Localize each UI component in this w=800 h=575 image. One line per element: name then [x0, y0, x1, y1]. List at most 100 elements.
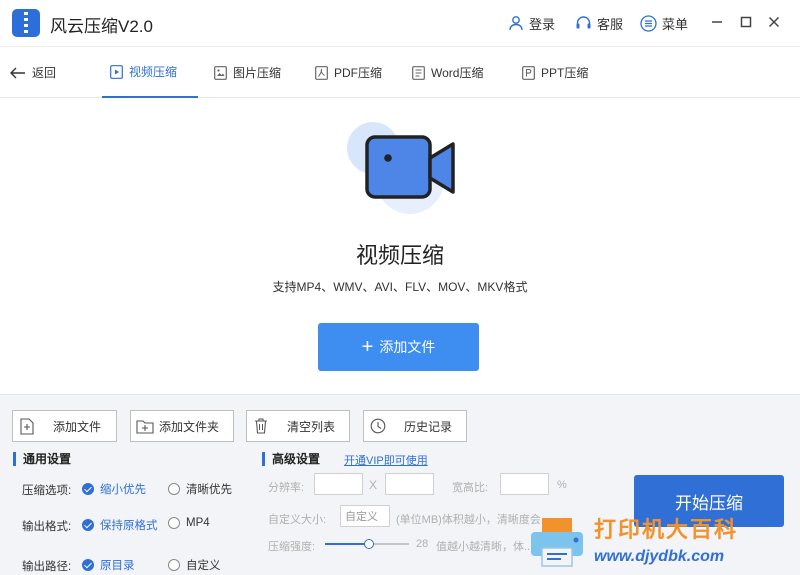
strength-slider-fill: [325, 543, 369, 545]
custom-size-input[interactable]: 自定义: [340, 505, 390, 527]
radio-custom-dir[interactable]: 自定义: [168, 557, 221, 573]
radio-custom-dir-label: 自定义: [186, 560, 221, 572]
tab-pdf-label: PDF压缩: [334, 66, 383, 80]
back-label: 返回: [32, 66, 57, 80]
radio-keep-format[interactable]: 保持原格式: [82, 517, 158, 533]
radio-unchecked-icon: [168, 483, 180, 495]
word-file-icon: [412, 65, 425, 80]
app-logo-icon: [12, 9, 40, 37]
login-button[interactable]: 登录: [508, 13, 555, 33]
radio-keep-format-label: 保持原格式: [100, 520, 158, 532]
toolbar-clear-list-label: 清空列表: [287, 419, 336, 434]
clock-icon: [370, 418, 386, 434]
strength-value: 28: [416, 538, 429, 550]
custom-size-note: (单位MB)体积越小，清晰度会...: [396, 514, 550, 526]
radio-clarity-first[interactable]: 清晰优先: [168, 481, 232, 497]
strength-note: 值越小越清晰，体...: [436, 541, 534, 553]
custom-size-label: 自定义大小:: [268, 514, 327, 526]
close-button[interactable]: [766, 14, 782, 30]
radio-mp4-label: MP4: [186, 517, 210, 529]
plus-icon: +: [361, 336, 374, 358]
output-format-label: 输出格式:: [22, 521, 72, 533]
service-button[interactable]: 客服: [575, 13, 623, 33]
watermark-url: www.djydbk.com: [594, 548, 725, 565]
minimize-icon: [712, 21, 722, 23]
watermark: 打印机大百科 www.djydbk.com: [528, 510, 798, 574]
pdf-file-icon: [315, 65, 328, 80]
login-label: 登录: [529, 16, 556, 32]
aspect-ratio-input[interactable]: [500, 473, 549, 495]
advanced-settings-title: 高级设置: [262, 452, 320, 466]
menu-label: 菜单: [662, 16, 689, 32]
drop-area[interactable]: 视频压缩 支持MP4、WMV、AVI、FLV、MOV、MKV格式 + 添加文件: [0, 98, 800, 394]
video-camera-icon: [347, 122, 455, 214]
toolbar-clear-list-button[interactable]: 清空列表: [246, 410, 350, 442]
add-file-icon: [20, 417, 34, 435]
menu-button[interactable]: 菜单: [640, 13, 688, 33]
watermark-title: 打印机大百科: [594, 517, 739, 542]
radio-smaller-first[interactable]: 缩小优先: [82, 481, 146, 497]
user-icon: [509, 16, 523, 31]
add-folder-icon: [136, 419, 154, 434]
compress-option-label: 压缩选项:: [22, 485, 72, 497]
title-bar: 风云压缩V2.0 登录 客服 菜单: [0, 0, 800, 46]
app-title: 风云压缩V2.0: [50, 17, 153, 36]
add-file-label: 添加文件: [379, 339, 436, 355]
tab-pdf[interactable]: PDF压缩: [307, 47, 390, 98]
menu-icon: [640, 14, 657, 32]
service-label: 客服: [597, 16, 624, 32]
resolution-x: X: [369, 478, 378, 492]
tab-ppt[interactable]: PPT压缩: [514, 47, 596, 98]
radio-smaller-first-label: 缩小优先: [100, 484, 146, 496]
close-icon: [768, 16, 780, 28]
radio-clarity-first-label: 清晰优先: [186, 484, 232, 496]
toolbar-add-folder-button[interactable]: 添加文件夹: [130, 410, 234, 442]
resolution-height-input[interactable]: [385, 473, 434, 495]
tab-bar: 返回 视频压缩 图片压缩 PDF压缩 Word压缩 PPT压缩: [0, 46, 800, 98]
strength-slider[interactable]: [325, 539, 409, 549]
resolution-width-input[interactable]: [314, 473, 363, 495]
minimize-button[interactable]: [709, 14, 725, 30]
toolbar-history-label: 历史记录: [404, 419, 453, 434]
arrow-left-icon: [10, 67, 25, 78]
radio-unchecked-icon: [168, 559, 180, 571]
strength-slider-knob[interactable]: [363, 539, 374, 549]
radio-original-dir[interactable]: 原目录: [82, 557, 135, 573]
video-file-icon: [110, 64, 123, 79]
headset-icon: [576, 16, 591, 29]
resolution-label: 分辨率:: [268, 482, 305, 494]
radio-checked-icon: [82, 519, 94, 531]
percent-sign: %: [557, 479, 567, 491]
aspect-ratio-label: 宽高比:: [452, 482, 489, 494]
radio-checked-icon: [82, 483, 94, 495]
trash-icon: [255, 418, 267, 434]
toolbar-add-folder-label: 添加文件夹: [159, 419, 220, 434]
printer-logo-icon: [531, 518, 583, 567]
output-path-label: 输出路径:: [22, 561, 72, 573]
ppt-file-icon: [522, 65, 535, 80]
tab-word[interactable]: Word压缩: [404, 47, 491, 98]
radio-mp4[interactable]: MP4: [168, 517, 210, 529]
tab-ppt-label: PPT压缩: [541, 66, 589, 80]
image-file-icon: [214, 65, 227, 80]
radio-unchecked-icon: [168, 517, 180, 529]
tab-image[interactable]: 图片压缩: [206, 47, 289, 98]
tab-video-label: 视频压缩: [129, 65, 178, 79]
toolbar-history-button[interactable]: 历史记录: [363, 410, 467, 442]
maximize-icon: [740, 16, 752, 28]
general-settings-title: 通用设置: [13, 452, 71, 466]
toolbar-add-file-button[interactable]: 添加文件: [12, 410, 117, 442]
toolbar-add-file-label: 添加文件: [53, 419, 102, 434]
vip-link[interactable]: 开通VIP即可使用: [344, 452, 428, 468]
radio-original-dir-label: 原目录: [100, 560, 135, 572]
tab-image-label: 图片压缩: [233, 66, 282, 80]
add-file-button[interactable]: + 添加文件: [318, 323, 479, 371]
strength-label: 压缩强度:: [268, 541, 316, 553]
supported-formats: 支持MP4、WMV、AVI、FLV、MOV、MKV格式: [272, 280, 528, 294]
back-button[interactable]: 返回: [10, 64, 56, 81]
tab-video[interactable]: 视频压缩: [102, 47, 198, 98]
maximize-button[interactable]: [738, 14, 754, 30]
hero-title: 视频压缩: [355, 243, 444, 268]
tab-word-label: Word压缩: [431, 66, 484, 80]
radio-checked-icon: [82, 559, 94, 571]
